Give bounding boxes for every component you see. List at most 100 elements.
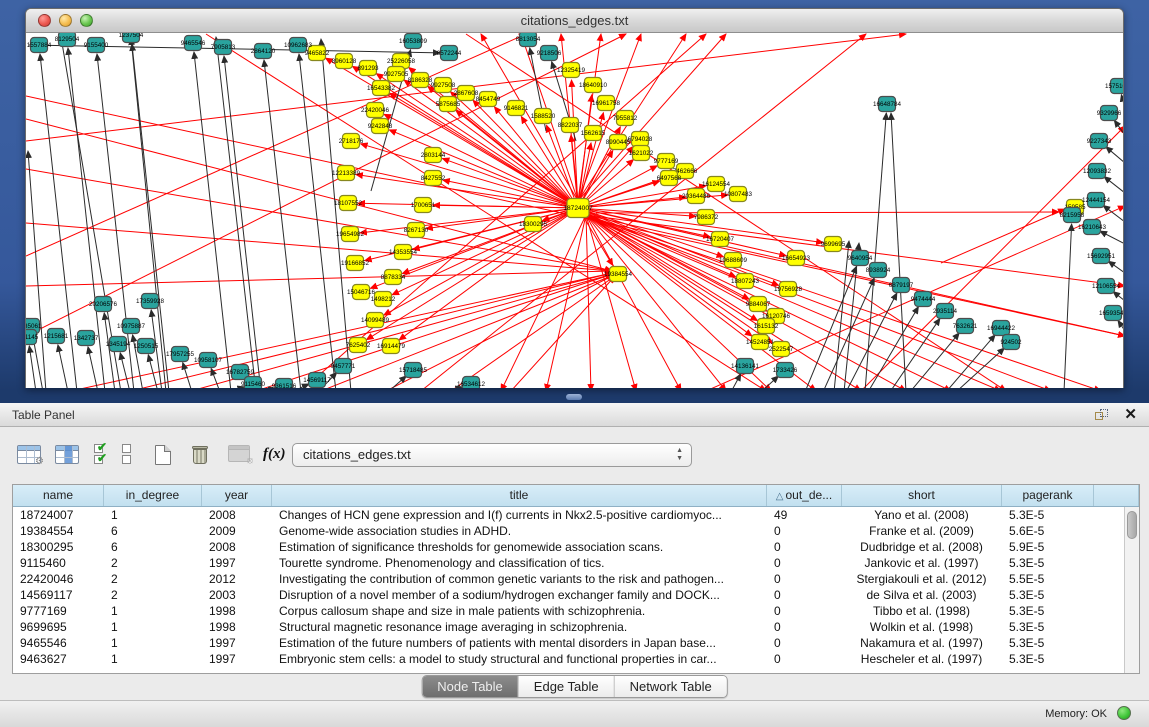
graph-node-label: 8427552 xyxy=(421,175,446,182)
table-cell: Franke et al. (2009) xyxy=(842,523,1002,539)
table-scrollbar[interactable] xyxy=(1124,507,1139,673)
graph-node-label: 16654923 xyxy=(782,255,811,262)
select-all-icon[interactable]: ✔✔ xyxy=(92,443,112,465)
table-row[interactable]: 1938455462009Genome-wide association stu… xyxy=(13,523,1139,539)
graph-node-label: 924502 xyxy=(1000,339,1022,346)
graph-node-label: 8938924 xyxy=(866,267,891,274)
show-columns-icon[interactable] xyxy=(55,445,79,464)
table-row[interactable]: 911546021997Tourette syndrome. Phenomeno… xyxy=(13,555,1139,571)
graph-node-label: 1700651 xyxy=(411,202,436,209)
graph-node-label: 15692951 xyxy=(1087,253,1116,260)
column-header-title[interactable]: title xyxy=(272,485,767,506)
graph-node-label: 1345194 xyxy=(106,341,131,348)
table-select-value: citations_edges.txt xyxy=(303,447,411,462)
table-cell: 5.3E-5 xyxy=(1002,619,1094,635)
tab-node-table[interactable]: Node Table xyxy=(422,676,519,697)
column-header-year[interactable]: year xyxy=(202,485,272,506)
table-row[interactable]: 1456911722003Disruption of a novel membe… xyxy=(13,587,1139,603)
table-cell: Estimation of significance thresholds fo… xyxy=(272,539,767,555)
table-row[interactable]: 1830029562008Estimation of significance … xyxy=(13,539,1139,555)
float-panel-icon[interactable] xyxy=(1095,409,1109,422)
graph-node-label: 12325419 xyxy=(557,67,586,74)
table-cell: 22420046 xyxy=(13,571,104,587)
table-row[interactable]: 1872400712008Changes of HCN gene express… xyxy=(13,507,1139,523)
column-header-out_de...[interactable]: △out_de... xyxy=(767,485,842,506)
scrollbar-thumb[interactable] xyxy=(1127,511,1137,539)
table-row[interactable]: 2242004622012Investigating the contribut… xyxy=(13,571,1139,587)
graph-node-label: 1615132 xyxy=(754,323,779,330)
close-panel-icon[interactable]: ✕ xyxy=(1124,407,1137,422)
dropdown-stepper-icon: ▲▼ xyxy=(676,447,683,463)
graph-node-label: 12444154 xyxy=(1082,197,1111,204)
table-cell: 2 xyxy=(104,571,202,587)
table-cell: 5.3E-5 xyxy=(1002,651,1094,667)
table-cell: 0 xyxy=(767,651,842,667)
table-cell: 5.3E-5 xyxy=(1002,507,1094,523)
table-cell: 1998 xyxy=(202,619,272,635)
graph-node-label: 16534612 xyxy=(457,381,486,388)
graph-node-label: 8267130 xyxy=(404,227,429,234)
create-column-icon[interactable] xyxy=(155,445,171,465)
graph-node-label: 9115460 xyxy=(241,381,266,388)
table-cell: 0 xyxy=(767,587,842,603)
column-header-in_degree[interactable]: in_degree xyxy=(104,485,202,506)
tab-network-table[interactable]: Network Table xyxy=(615,676,727,697)
status-bar: Memory: OK xyxy=(0,700,1149,727)
table-row[interactable]: 946554611997Estimation of the future num… xyxy=(13,635,1139,651)
table-cell: Dudbridge et al. (2008) xyxy=(842,539,1002,555)
delete-columns-icon[interactable] xyxy=(192,445,208,464)
column-header-spacer[interactable] xyxy=(1094,485,1139,506)
graph-node-label: 9242848 xyxy=(368,123,393,130)
table-cell: 2008 xyxy=(202,507,272,523)
column-header-pagerank[interactable]: pagerank xyxy=(1002,485,1094,506)
graph-node-label: 17359928 xyxy=(136,298,165,305)
table-cell: Yano et al. (2008) xyxy=(842,507,1002,523)
table-cell: de Silva et al. (2003) xyxy=(842,587,1002,603)
unselect-rows-icon[interactable] xyxy=(122,443,133,465)
table-cell: 5.6E-5 xyxy=(1002,523,1094,539)
table-mode-icon[interactable]: ⚙ xyxy=(17,445,41,464)
table-cell: Nakamura et al. (1997) xyxy=(842,635,1002,651)
memory-ok-icon[interactable] xyxy=(1117,706,1131,720)
splitter-handle[interactable] xyxy=(566,394,582,400)
graph-node-label: 16961758 xyxy=(592,100,621,107)
table-cell: 5.3E-5 xyxy=(1002,587,1094,603)
table-row[interactable]: 969969511998Structural magnetic resonanc… xyxy=(13,619,1139,635)
graph-node-label: 8813054 xyxy=(516,36,541,43)
window-titlebar[interactable]: citations_edges.txt xyxy=(26,9,1123,33)
table-cell: Jankovic et al. (1997) xyxy=(842,555,1002,571)
delete-table-icon: ⦻ xyxy=(228,445,250,462)
table-cell: 9115460 xyxy=(13,555,104,571)
graph-node-label: 8215958 xyxy=(1060,212,1085,219)
column-header-short[interactable]: short xyxy=(842,485,1002,506)
graph-node-label: 9465822 xyxy=(305,50,330,57)
table-row[interactable]: 946362711997Embryonic stem cells: a mode… xyxy=(13,651,1139,667)
table-cell: 1 xyxy=(104,507,202,523)
graph-node-label: 16543382 xyxy=(367,85,396,92)
table-cell: 49 xyxy=(767,507,842,523)
graph-node-label: 10962683 xyxy=(284,42,313,49)
graph-node-label: 14099489 xyxy=(361,317,390,324)
graph-node-label: 16210643 xyxy=(1078,224,1107,231)
table-cell: 0 xyxy=(767,555,842,571)
graph-node-label: 15046716 xyxy=(347,289,376,296)
graph-node-label: 25226058 xyxy=(387,58,416,65)
function-builder-icon[interactable]: f(x) xyxy=(263,446,286,463)
table-cell: 0 xyxy=(767,603,842,619)
graph-node-label: 9218506 xyxy=(537,50,562,57)
graph-node-label: 10807483 xyxy=(724,191,753,198)
column-header-name[interactable]: name xyxy=(13,485,104,506)
network-canvas[interactable]: 9465822896012889129325226058992750516543… xyxy=(26,33,1123,388)
table-cell: Estimation of the future numbers of pati… xyxy=(272,635,767,651)
graph-node-label: 10688609 xyxy=(719,257,748,264)
graph-node-label: 1562615 xyxy=(581,130,606,137)
graph-node-label: 1215681 xyxy=(44,333,69,340)
tab-edge-table[interactable]: Edge Table xyxy=(519,676,615,697)
table-select-dropdown[interactable]: citations_edges.txt ▲▼ xyxy=(292,443,692,467)
table-cell: 1997 xyxy=(202,651,272,667)
graph-node-label: 15718485 xyxy=(399,367,428,374)
table-cell: 5.3E-5 xyxy=(1002,635,1094,651)
graph-node-label: 18107552 xyxy=(334,200,363,207)
table-row[interactable]: 977716911998Corpus callosum shape and si… xyxy=(13,603,1139,619)
table-cell: 0 xyxy=(767,571,842,587)
